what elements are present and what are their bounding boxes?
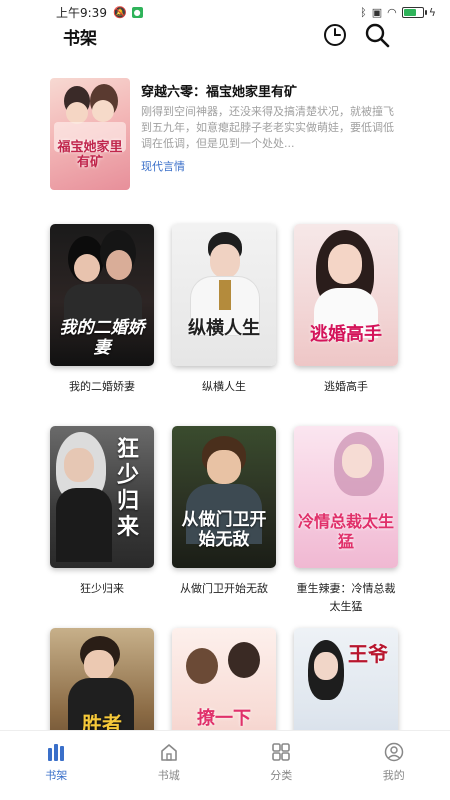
book-cover[interactable]: 逃婚高手 bbox=[294, 224, 398, 366]
book-cover-text: 纵横人生 bbox=[188, 318, 260, 339]
nav-label: 书架 bbox=[45, 769, 68, 782]
book-title: 从做门卫开始无敌 bbox=[180, 582, 268, 595]
bookshelf-icon bbox=[45, 741, 67, 763]
nav-bookstore[interactable]: 书城 bbox=[113, 731, 226, 800]
book-cover-text: 王爷 bbox=[348, 642, 388, 666]
nav-profile[interactable]: 我的 bbox=[338, 731, 450, 800]
grid-icon bbox=[270, 741, 292, 763]
book-title: 逃婚高手 bbox=[324, 380, 368, 393]
page-title: 书架 bbox=[63, 29, 97, 49]
book-title: 纵横人生 bbox=[202, 380, 246, 393]
book-cover-text: 冷情总裁太生猛 bbox=[298, 512, 395, 551]
featured-book-cover[interactable]: 福宝她家里有矿 bbox=[50, 78, 130, 190]
featured-book-title: 穿越六零：福宝她家里有矿 bbox=[141, 85, 298, 100]
header: 书架 bbox=[0, 18, 450, 50]
search-button[interactable] bbox=[362, 20, 392, 50]
battery-icon bbox=[401, 6, 427, 18]
mute-icon: 🔕 bbox=[112, 5, 127, 19]
book-title: 狂少归来 bbox=[80, 582, 124, 595]
book-item[interactable]: 从做门卫开始无敌 从做门卫开始无敌 bbox=[172, 426, 276, 598]
book-item[interactable]: 逃婚高手 逃婚高手 bbox=[294, 224, 398, 396]
search-icon bbox=[365, 23, 390, 48]
book-item[interactable]: 狂少归来 狂少归来 bbox=[50, 426, 154, 598]
book-title: 我的二婚娇妻 bbox=[69, 380, 135, 393]
bottom-nav: 书架 书城 分类 我的 bbox=[0, 730, 450, 800]
clock-icon bbox=[324, 24, 346, 46]
book-item[interactable]: 纵横人生 纵横人生 bbox=[172, 224, 276, 396]
book-cover[interactable]: 从做门卫开始无敌 bbox=[172, 426, 276, 568]
nav-bookshelf[interactable]: 书架 bbox=[0, 731, 113, 800]
book-cover[interactable]: 冷情总裁太生猛 bbox=[294, 426, 398, 568]
featured-cover-text: 福宝她家里有矿 bbox=[57, 140, 123, 170]
home-icon bbox=[158, 741, 180, 763]
bluetooth-icon: ᛒ bbox=[360, 5, 367, 19]
sim-icon: ▣ bbox=[371, 5, 383, 19]
book-cover-text: 撩一下 bbox=[197, 708, 251, 729]
book-item[interactable]: 冷情总裁太生猛 重生辣妻：冷情总裁太生猛 bbox=[294, 426, 398, 616]
history-button[interactable] bbox=[320, 20, 350, 50]
book-cover-text: 狂少归来 bbox=[116, 436, 139, 540]
nav-label: 我的 bbox=[382, 769, 405, 782]
book-cover-text: 逃婚高手 bbox=[310, 324, 382, 345]
featured-book-description: 刚得到空间神器，还没来得及搞清楚状况，就被撞飞到五九年，如意瘪起脖子老老实实做萌… bbox=[141, 105, 394, 150]
book-cover[interactable]: 我的二婚娇妻 bbox=[50, 224, 154, 366]
nav-label: 书城 bbox=[157, 769, 180, 782]
wifi-icon: ◠ bbox=[387, 5, 397, 19]
charging-icon: ϟ bbox=[428, 5, 436, 19]
user-icon bbox=[383, 741, 405, 763]
nav-label: 分类 bbox=[270, 769, 293, 782]
book-cover-text: 从做门卫开始无敌 bbox=[181, 510, 267, 550]
book-title: 重生辣妻：冷情总裁太生猛 bbox=[296, 582, 396, 613]
book-item[interactable]: 我的二婚娇妻 我的二婚娇妻 bbox=[50, 224, 154, 396]
app-notification-icon: ● bbox=[131, 6, 143, 18]
featured-book-category[interactable]: 现代言情 bbox=[141, 158, 185, 174]
book-cover[interactable]: 狂少归来 bbox=[50, 426, 154, 568]
featured-book[interactable]: 福宝她家里有矿 穿越六零：福宝她家里有矿 刚得到空间神器，还没来得及搞清楚状况，… bbox=[50, 78, 400, 192]
book-cover[interactable]: 纵横人生 bbox=[172, 224, 276, 366]
book-cover-text: 我的二婚娇妻 bbox=[59, 318, 145, 358]
nav-category[interactable]: 分类 bbox=[225, 731, 338, 800]
